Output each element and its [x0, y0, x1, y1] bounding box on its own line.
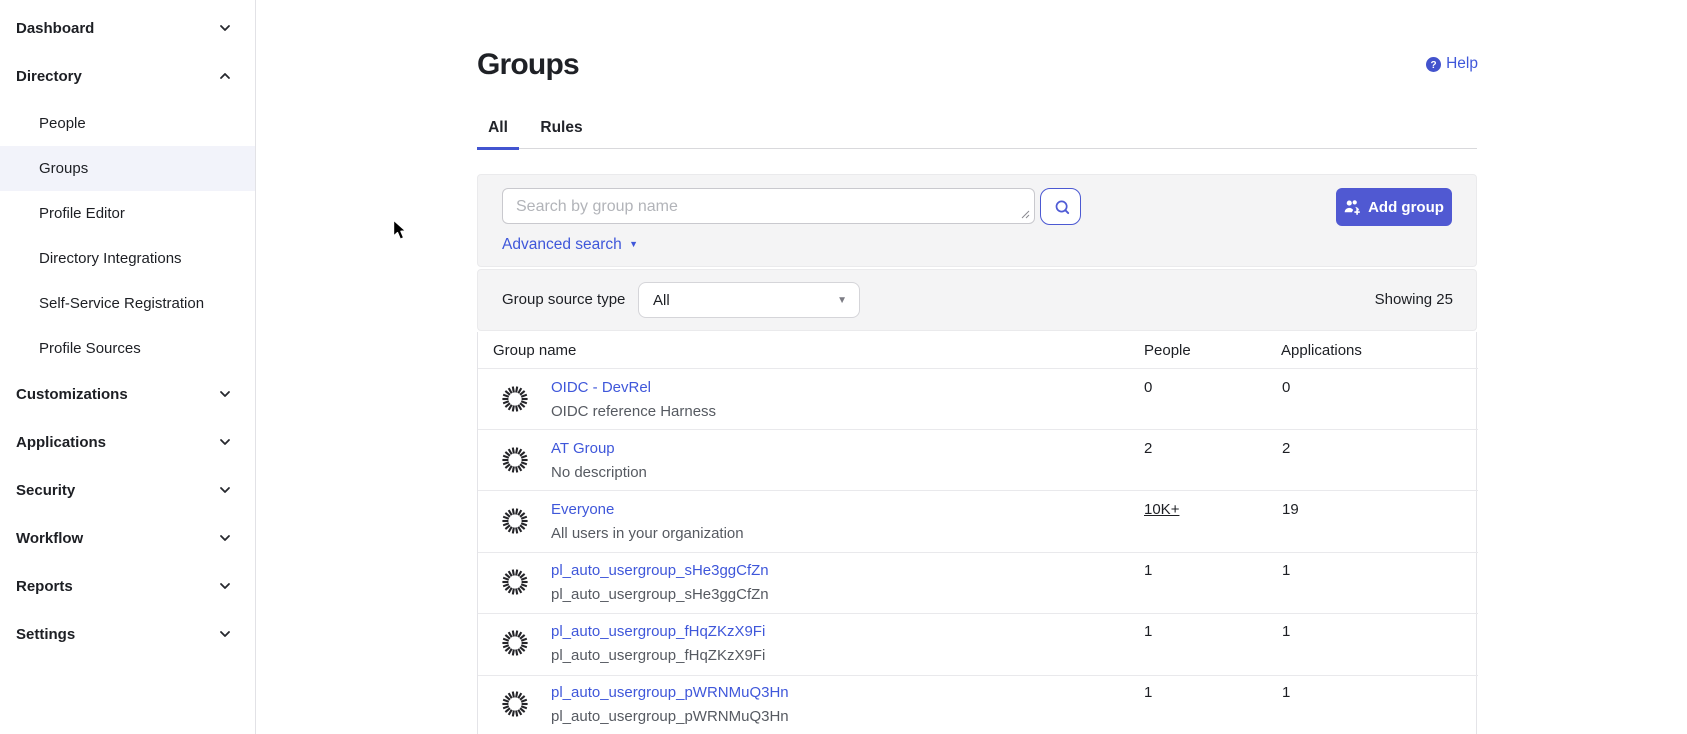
- svg-text:?: ?: [1431, 60, 1437, 71]
